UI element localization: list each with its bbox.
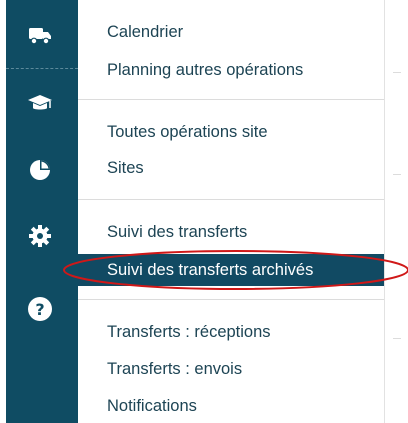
menu-item-suivi-des-transferts[interactable]: Suivi des transferts bbox=[107, 222, 247, 242]
menu-item-toutes-operations-site[interactable]: Toutes opérations site bbox=[107, 122, 268, 142]
menu-separator bbox=[78, 99, 384, 100]
menu-item-transferts-receptions[interactable]: Transferts : réceptions bbox=[107, 322, 271, 342]
dropdown-menu: Calendrier Planning autres opérations To… bbox=[78, 0, 385, 423]
sidebar: ? bbox=[0, 0, 78, 423]
background-line bbox=[393, 72, 401, 73]
menu-item-planning-autres-operations[interactable]: Planning autres opérations bbox=[107, 60, 303, 80]
background-line bbox=[393, 338, 401, 339]
svg-text:?: ? bbox=[35, 300, 44, 319]
graduation-cap-icon[interactable] bbox=[26, 90, 54, 118]
menu-item-calendrier[interactable]: Calendrier bbox=[107, 22, 183, 42]
menu-item-active-label: Suivi des transferts archivés bbox=[107, 261, 314, 279]
menu-item-transferts-envois[interactable]: Transferts : envois bbox=[107, 359, 242, 379]
menu-item-sites[interactable]: Sites bbox=[107, 158, 144, 178]
menu-item-notifications[interactable]: Notifications bbox=[107, 396, 197, 416]
menu-separator bbox=[78, 199, 384, 200]
truck-icon[interactable] bbox=[26, 22, 54, 50]
sidebar-divider bbox=[6, 68, 78, 69]
menu-item-suivi-des-transferts-archives[interactable]: Suivi des transferts archivés bbox=[78, 254, 384, 286]
pie-chart-icon[interactable] bbox=[26, 156, 54, 184]
help-icon[interactable]: ? bbox=[26, 295, 54, 323]
background-line bbox=[393, 174, 401, 175]
sidebar-background bbox=[6, 0, 78, 423]
gear-icon[interactable] bbox=[26, 222, 54, 250]
menu-separator bbox=[78, 299, 384, 300]
